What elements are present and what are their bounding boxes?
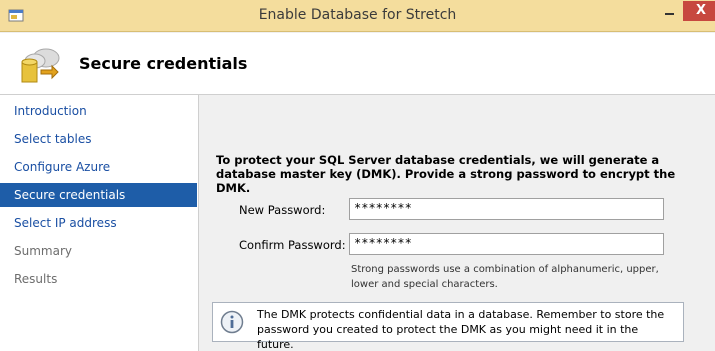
confirm-password-label: Confirm Password: (239, 238, 346, 252)
sidebar: Introduction Select tables Configure Azu… (0, 95, 198, 351)
new-password-field[interactable]: ******** (349, 198, 664, 220)
sidebar-item-configure-azure[interactable]: Configure Azure (0, 155, 197, 179)
new-password-label: New Password: (239, 203, 326, 217)
sidebar-item-select-tables[interactable]: Select tables (0, 127, 197, 151)
minimize-button[interactable] (656, 1, 682, 21)
cloud-database-icon (16, 42, 64, 86)
title-bar[interactable]: Enable Database for Stretch X (0, 0, 715, 32)
sidebar-item-introduction[interactable]: Introduction (0, 99, 197, 123)
page-header: Secure credentials (0, 33, 715, 95)
intro-text: To protect your SQL Server database cred… (216, 153, 676, 195)
info-text: The DMK protects confidential data in a … (257, 308, 665, 351)
main-content: To protect your SQL Server database cred… (199, 95, 715, 351)
sidebar-item-select-ip-address[interactable]: Select IP address (0, 211, 197, 235)
sidebar-item-summary: Summary (14, 244, 72, 258)
close-button[interactable]: X (683, 1, 715, 21)
window-title: Enable Database for Stretch (258, 7, 457, 23)
info-box: The DMK protects confidential data in a … (212, 302, 684, 351)
sidebar-item-results: Results (14, 272, 58, 286)
password-help-text: Strong passwords use a combination of al… (351, 264, 659, 290)
page-title: Secure credentials (79, 54, 248, 73)
confirm-password-field[interactable]: ******** (349, 233, 664, 255)
window: Enable Database for Stretch X Secure cre… (0, 0, 715, 351)
sidebar-item-secure-credentials[interactable]: Secure credentials (0, 183, 197, 207)
info-icon (220, 310, 244, 334)
